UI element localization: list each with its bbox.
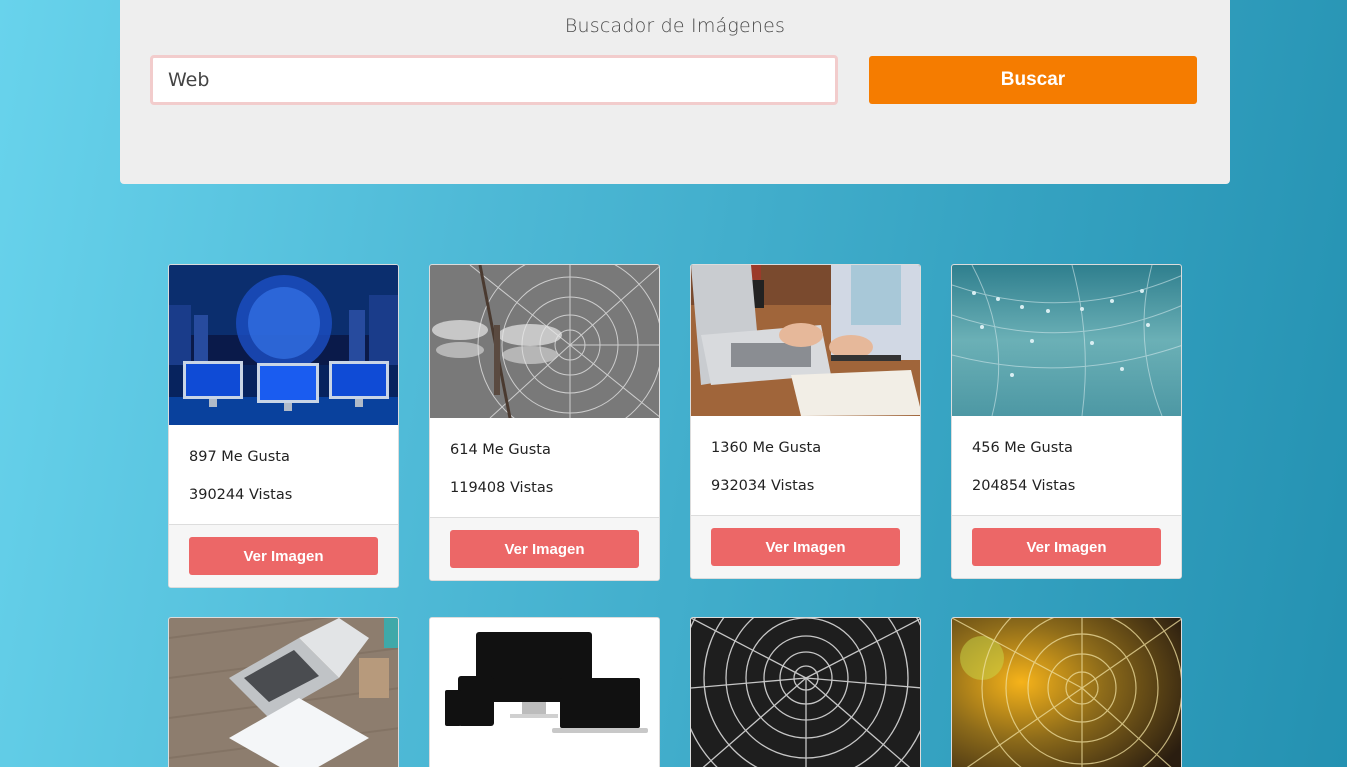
spider-web-golden-image [952, 618, 1181, 767]
search-input[interactable] [150, 55, 838, 105]
card-image[interactable] [169, 265, 398, 425]
image-card [690, 617, 921, 767]
card-body: 456 Me Gusta 204854 Vistas [952, 416, 1181, 515]
card-image[interactable] [691, 618, 920, 767]
devices-mockup-image [430, 618, 659, 767]
search-button[interactable]: Buscar [869, 56, 1197, 104]
view-image-button[interactable]: Ver Imagen [450, 530, 639, 568]
dewy-web-image [952, 265, 1181, 416]
card-image[interactable] [430, 618, 659, 767]
search-title: Buscador de Imágenes [564, 15, 786, 37]
card-image[interactable] [169, 618, 398, 767]
dragonfly-web-image [430, 265, 659, 418]
card-body: 1360 Me Gusta 932034 Vistas [691, 416, 920, 515]
card-footer: Ver Imagen [691, 515, 920, 578]
image-card: 456 Me Gusta 204854 Vistas Ver Imagen [951, 264, 1182, 579]
image-card [168, 617, 399, 767]
image-card: 1360 Me Gusta 932034 Vistas Ver Imagen [690, 264, 921, 579]
views-count: 204854 Vistas [972, 478, 1076, 494]
card-footer: Ver Imagen [430, 517, 659, 580]
card-body: 614 Me Gusta 119408 Vistas [430, 418, 659, 517]
image-card: 614 Me Gusta 119408 Vistas Ver Imagen [429, 264, 660, 581]
image-card: 897 Me Gusta 390244 Vistas Ver Imagen [168, 264, 399, 588]
laptop-desk-image [169, 618, 398, 767]
likes-count: 614 Me Gusta [450, 442, 551, 458]
view-image-button[interactable]: Ver Imagen [189, 537, 378, 575]
card-body: 897 Me Gusta 390244 Vistas [169, 425, 398, 524]
person-typing-image [691, 265, 920, 416]
image-card [429, 617, 660, 767]
views-count: 932034 Vistas [711, 478, 815, 494]
card-image[interactable] [952, 265, 1181, 416]
view-image-button[interactable]: Ver Imagen [711, 528, 900, 566]
likes-count: 897 Me Gusta [189, 449, 290, 465]
card-footer: Ver Imagen [952, 515, 1181, 578]
image-card [951, 617, 1182, 767]
views-count: 119408 Vistas [450, 480, 554, 496]
card-image[interactable] [952, 618, 1181, 767]
card-footer: Ver Imagen [169, 524, 398, 587]
card-image[interactable] [430, 265, 659, 418]
card-image[interactable] [691, 265, 920, 416]
search-panel: Buscador de Imágenes Buscar [120, 0, 1230, 184]
likes-count: 1360 Me Gusta [711, 440, 822, 456]
view-image-button[interactable]: Ver Imagen [972, 528, 1161, 566]
likes-count: 456 Me Gusta [972, 440, 1073, 456]
spider-web-grey-image [691, 618, 920, 767]
views-count: 390244 Vistas [189, 487, 293, 503]
computers-network-image [169, 265, 398, 425]
